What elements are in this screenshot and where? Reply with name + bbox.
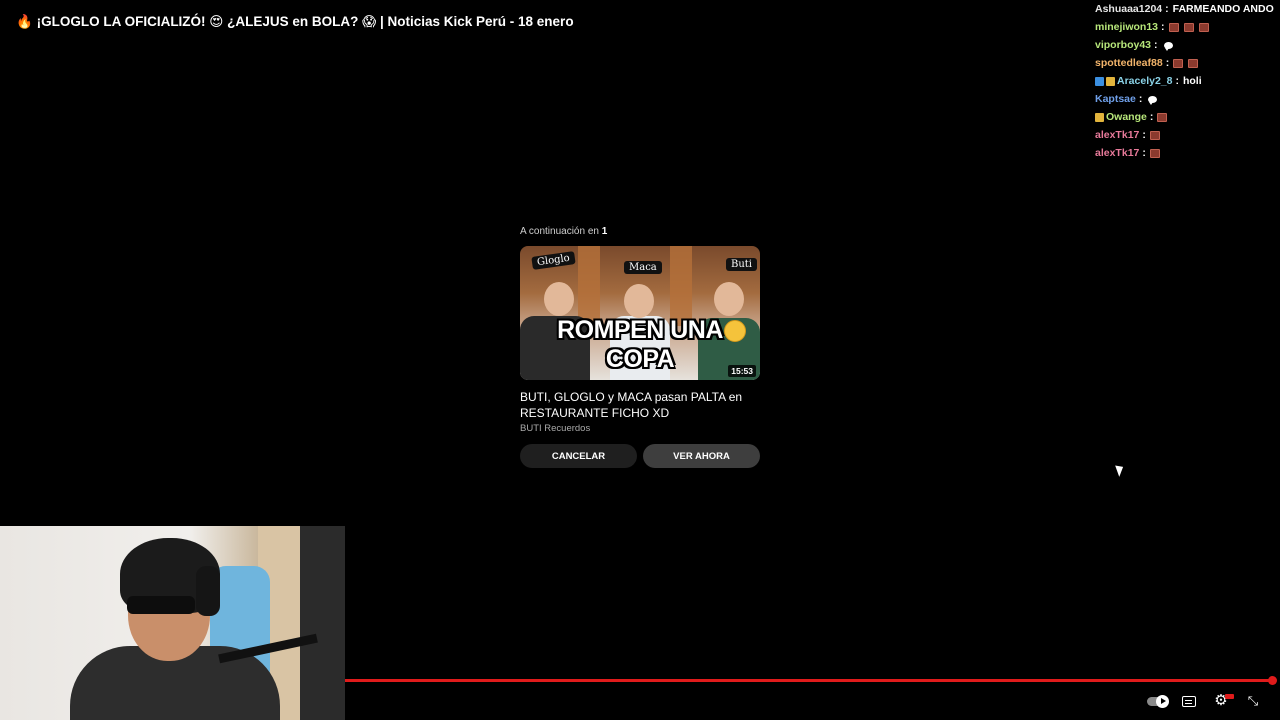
progress-fill	[345, 679, 1272, 682]
chat-message: minejiwon13:	[1095, 18, 1280, 36]
video-duration: 15:53	[728, 365, 756, 377]
thumb-name-buti: Buti	[726, 258, 758, 271]
chat-emote-icon	[1173, 58, 1184, 68]
chat-message: alexTk17:	[1095, 144, 1280, 162]
chat-overlay: Ashuaaa1204: FARMEANDO ANDO minejiwon13: vi…	[1095, 0, 1280, 162]
chat-emote-icon	[1168, 22, 1179, 32]
up-next-label: A continuación en 1	[520, 224, 760, 240]
chat-username[interactable]: alexTk17	[1095, 126, 1139, 144]
chat-separator: :	[1149, 111, 1154, 123]
progress-bar[interactable]	[345, 679, 1272, 682]
chat-bubble-icon	[1163, 41, 1173, 51]
chat-message-text: FARMEANDO ANDO	[1172, 3, 1274, 15]
chat-separator: :	[1175, 75, 1179, 87]
chat-emote-icon	[1183, 22, 1194, 32]
chat-message: Owange:	[1095, 108, 1280, 126]
progress-scrubber[interactable]	[1268, 676, 1277, 685]
thumb-pillar	[670, 246, 692, 326]
chat-username[interactable]: Kaptsae	[1095, 90, 1136, 108]
chat-bubble-icon	[1148, 95, 1158, 105]
cam-background-shelf	[300, 526, 345, 720]
exit-fullscreen-icon[interactable]: ⤡	[1246, 692, 1260, 710]
chat-emote-icon	[1149, 148, 1160, 158]
thumb-head-right	[714, 282, 744, 316]
video-title-text: ¡GLOGLO LA OFICIALIZÓ! 😍 ¿ALEJUS en BOLA…	[36, 14, 574, 29]
thumb-caption: ROMPEN UNA COPA	[557, 316, 723, 373]
chat-separator: :	[1165, 57, 1170, 69]
up-next-card: A continuación en 1 Gloglo Maca Buti ROM…	[520, 224, 760, 468]
chat-username[interactable]: alexTk17	[1095, 144, 1139, 162]
chat-separator: :	[1138, 93, 1143, 105]
thumb-pillar	[578, 246, 600, 326]
chat-username[interactable]: minejiwon13	[1095, 18, 1158, 36]
subtitles-icon[interactable]	[1181, 692, 1197, 710]
cancel-button[interactable]: CANCELAR	[520, 444, 637, 468]
chat-username[interactable]: viporboy43	[1095, 36, 1151, 54]
chat-username[interactable]: spottedleaf88	[1095, 54, 1163, 72]
up-next-actions: CANCELAR VER AHORA	[520, 444, 760, 468]
up-next-prefix: A continuación en	[520, 226, 599, 237]
chat-emote-icon	[1157, 112, 1168, 122]
chat-separator: :	[1142, 147, 1146, 159]
chat-separator: :	[1154, 39, 1158, 51]
cam-sunglasses	[127, 596, 195, 614]
chat-separator: :	[1161, 21, 1165, 33]
thumb-head-middle	[624, 284, 654, 318]
up-next-channel[interactable]: BUTI Recuerdos	[520, 423, 760, 434]
video-title: 🔥 ¡GLOGLO LA OFICIALIZÓ! 😍 ¿ALEJUS en BO…	[16, 14, 574, 30]
chat-username[interactable]: Aracely2_8	[1117, 72, 1172, 90]
chat-badge-icon	[1095, 112, 1104, 122]
chat-separator: :	[1142, 129, 1146, 141]
up-next-thumbnail[interactable]: Gloglo Maca Buti ROMPEN UNA COPA 15:53	[520, 246, 760, 380]
thumb-name-gloglo: Gloglo	[531, 251, 576, 270]
chat-message-text: holi	[1182, 75, 1202, 87]
chat-message: alexTk17:	[1095, 126, 1280, 144]
watch-now-button[interactable]: VER AHORA	[643, 444, 760, 468]
up-next-countdown: 1	[601, 226, 608, 237]
chat-message: Aracely2_8: holi	[1095, 72, 1280, 90]
autoplay-toggle-icon[interactable]	[1146, 692, 1169, 710]
chat-badge-icon	[1106, 76, 1115, 86]
chat-username[interactable]: Owange	[1106, 108, 1147, 126]
chat-message: Kaptsae:	[1095, 90, 1280, 108]
chat-message: spottedleaf88:	[1095, 54, 1280, 72]
thumb-name-maca: Maca	[624, 261, 662, 274]
thumb-head-left	[544, 282, 574, 316]
chat-message: viporboy43:	[1095, 36, 1280, 54]
chat-message: Ashuaaa1204: FARMEANDO ANDO	[1095, 0, 1280, 18]
cam-headset	[196, 566, 220, 616]
hd-badge	[1225, 694, 1234, 699]
chat-emote-icon	[1149, 130, 1160, 140]
chat-separator: :	[1165, 3, 1169, 15]
chat-emote-icon	[1188, 58, 1199, 68]
chat-badge-icon	[1095, 76, 1104, 86]
chat-emote-icon	[1198, 22, 1209, 32]
webcam-overlay	[0, 526, 345, 720]
fire-emoji: 🔥	[16, 14, 33, 29]
chat-username[interactable]: Ashuaaa1204	[1095, 0, 1162, 18]
up-next-video-title[interactable]: BUTI, GLOGLO y MACA pasan PALTA en RESTA…	[520, 389, 760, 421]
mouse-cursor-icon	[1115, 463, 1126, 477]
